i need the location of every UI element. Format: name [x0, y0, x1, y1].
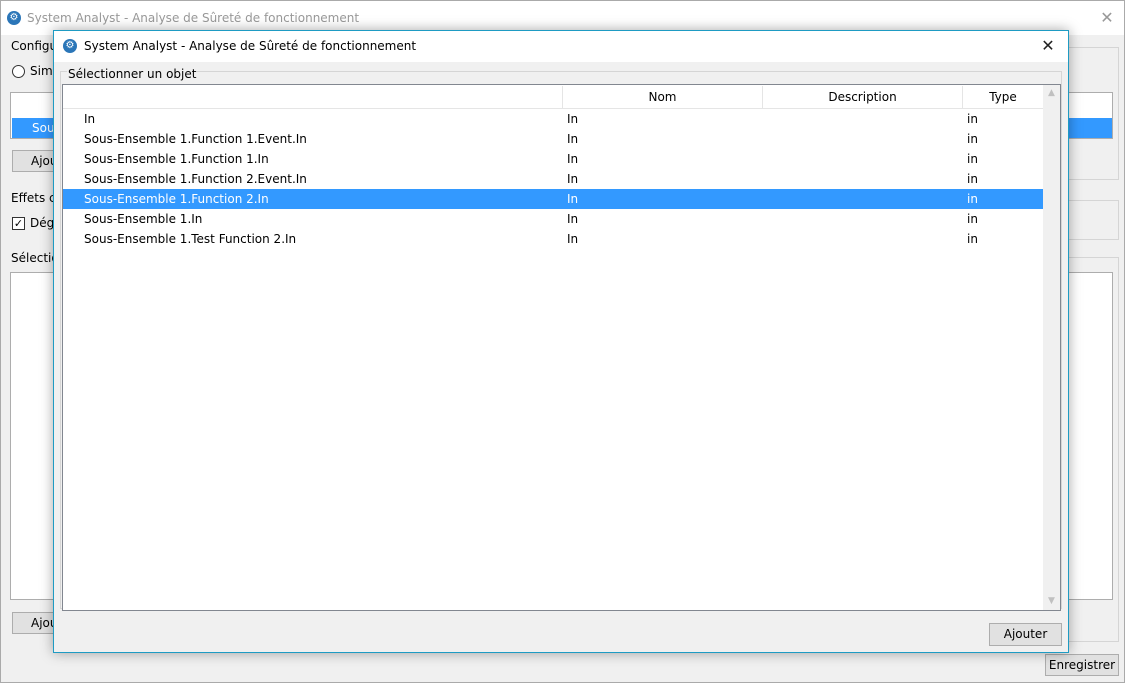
list-row[interactable]: Sous-Ensemble 1.Test Function 2.In In in	[63, 229, 1043, 249]
row-name: Sous-Ensemble 1.In	[84, 212, 203, 226]
row-name: Sous-Ensemble 1.Test Function 2.In	[84, 232, 297, 246]
row-name: In	[84, 112, 96, 126]
column-header-type[interactable]: Type	[962, 86, 1043, 109]
row-nom: In	[567, 132, 579, 146]
simple-radio[interactable]	[12, 65, 25, 78]
row-nom: In	[567, 212, 579, 226]
column-header-nom[interactable]: Nom	[562, 86, 762, 109]
chevron-down-icon[interactable]: ▼	[1043, 593, 1060, 610]
object-rows: In In in Sous-Ensemble 1.Function 1.Even…	[63, 109, 1043, 249]
select-object-group-label: Sélectionner un objet	[67, 67, 198, 81]
close-icon[interactable]: ✕	[1098, 7, 1116, 29]
dialog-title: System Analyst - Analyse de Sûreté de fo…	[84, 39, 417, 53]
degradation-checkbox[interactable]: ✓	[12, 217, 25, 230]
object-list[interactable]: Nom Description Type In In in Sous-Ensem…	[62, 84, 1061, 611]
row-name: Sous-Ensemble 1.Function 2.In	[84, 192, 269, 206]
list-row[interactable]: Sous-Ensemble 1.Function 1.In In in	[63, 149, 1043, 169]
save-button[interactable]: Enregistrer	[1045, 654, 1119, 676]
dialog-titlebar[interactable]: ⚙ System Analyst - Analyse de Sûreté de …	[54, 31, 1068, 62]
row-type: in	[967, 152, 978, 166]
row-type: in	[967, 212, 978, 226]
row-type: in	[967, 132, 978, 146]
list-row[interactable]: Sous-Ensemble 1.Function 2.In In in	[63, 189, 1043, 209]
vertical-scrollbar[interactable]: ▲ ▼	[1043, 85, 1060, 610]
row-type: in	[967, 192, 978, 206]
row-name: Sous-Ensemble 1.Function 2.Event.In	[84, 172, 307, 186]
row-nom: In	[567, 152, 579, 166]
column-header-description[interactable]: Description	[762, 86, 962, 109]
column-header-name[interactable]	[63, 86, 562, 109]
chevron-up-icon[interactable]: ▲	[1043, 85, 1060, 102]
row-nom: In	[567, 112, 579, 126]
add-button[interactable]: Ajouter	[989, 623, 1062, 646]
row-nom: In	[567, 232, 579, 246]
row-nom: In	[567, 192, 579, 206]
row-name: Sous-Ensemble 1.Function 1.Event.In	[84, 132, 307, 146]
configuration-label: Configu	[11, 39, 58, 53]
gear-icon: ⚙	[63, 39, 77, 53]
list-row[interactable]: In In in	[63, 109, 1043, 129]
row-type: in	[967, 232, 978, 246]
list-row[interactable]: Sous-Ensemble 1.Function 2.Event.In In i…	[63, 169, 1043, 189]
select-object-dialog: ⚙ System Analyst - Analyse de Sûreté de …	[53, 30, 1069, 653]
row-nom: In	[567, 172, 579, 186]
row-type: in	[967, 112, 978, 126]
gear-icon: ⚙	[7, 11, 21, 25]
group-border	[1068, 200, 1119, 240]
background-window-title: System Analyst - Analyse de Sûreté de fo…	[27, 11, 360, 25]
close-icon[interactable]: ✕	[1038, 35, 1058, 57]
list-row[interactable]: Sous-Ensemble 1.In In in	[63, 209, 1043, 229]
row-name: Sous-Ensemble 1.Function 1.In	[84, 152, 269, 166]
row-type: in	[967, 172, 978, 186]
list-row[interactable]: Sous-Ensemble 1.Function 1.Event.In In i…	[63, 129, 1043, 149]
